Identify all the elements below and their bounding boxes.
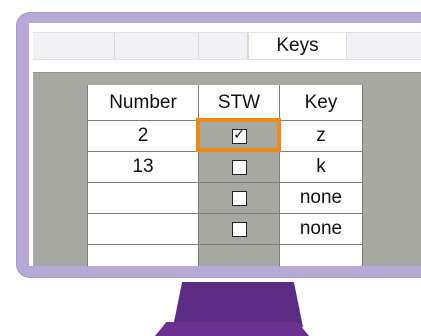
monitor-stand-base <box>150 322 314 336</box>
key-cell[interactable]: k <box>280 152 362 182</box>
keys-table: Number STW Key 2 ✓ z 13 k none none <box>87 85 363 266</box>
tab-strip: Keys <box>33 32 421 60</box>
table-row[interactable]: 2 ✓ z <box>88 118 362 152</box>
table-row[interactable] <box>88 245 362 266</box>
checkmark-icon: ✓ <box>233 127 245 143</box>
number-cell[interactable] <box>88 214 199 244</box>
table-row[interactable]: 13 k <box>88 152 362 183</box>
stw-cell[interactable] <box>199 183 280 213</box>
number-cell[interactable] <box>88 245 199 266</box>
table-row[interactable]: none <box>88 214 362 245</box>
monitor-screen: Keys Number STW Key 2 ✓ z 13 k none none <box>29 23 421 266</box>
stw-cell[interactable] <box>199 152 280 182</box>
tab-empty-1[interactable] <box>33 33 115 59</box>
illustration-stage: Keys Number STW Key 2 ✓ z 13 k none none <box>0 0 421 336</box>
monitor-stand-neck <box>173 282 303 327</box>
header-number: Number <box>88 85 199 120</box>
tab-empty-3[interactable] <box>199 33 248 59</box>
key-cell[interactable]: z <box>280 121 362 151</box>
number-cell[interactable]: 2 <box>88 121 199 151</box>
number-cell[interactable]: 13 <box>88 152 199 182</box>
table-row[interactable]: none <box>88 183 362 214</box>
header-stw: STW <box>199 85 280 120</box>
stw-cell[interactable] <box>199 214 280 244</box>
tab-empty-4[interactable] <box>347 33 421 59</box>
key-cell[interactable]: none <box>280 183 362 213</box>
checkbox-unchecked-icon[interactable] <box>231 190 247 206</box>
tab-empty-2[interactable] <box>115 33 199 59</box>
tab-keys[interactable]: Keys <box>248 33 347 59</box>
header-key: Key <box>304 91 338 113</box>
checkbox-unchecked-icon[interactable] <box>231 221 247 237</box>
table-header-row: Number STW Key <box>88 85 362 121</box>
checkbox-unchecked-icon[interactable] <box>231 159 247 175</box>
stw-cell[interactable]: ✓ <box>196 118 281 152</box>
number-cell[interactable] <box>88 183 199 213</box>
key-cell[interactable] <box>280 245 362 266</box>
checkbox-checked-icon[interactable]: ✓ <box>231 127 247 144</box>
tab-keys-label: Keys <box>276 35 319 56</box>
stw-cell[interactable] <box>199 245 280 266</box>
key-cell[interactable]: none <box>280 214 362 244</box>
content-panel: Number STW Key 2 ✓ z 13 k none none <box>33 72 421 266</box>
